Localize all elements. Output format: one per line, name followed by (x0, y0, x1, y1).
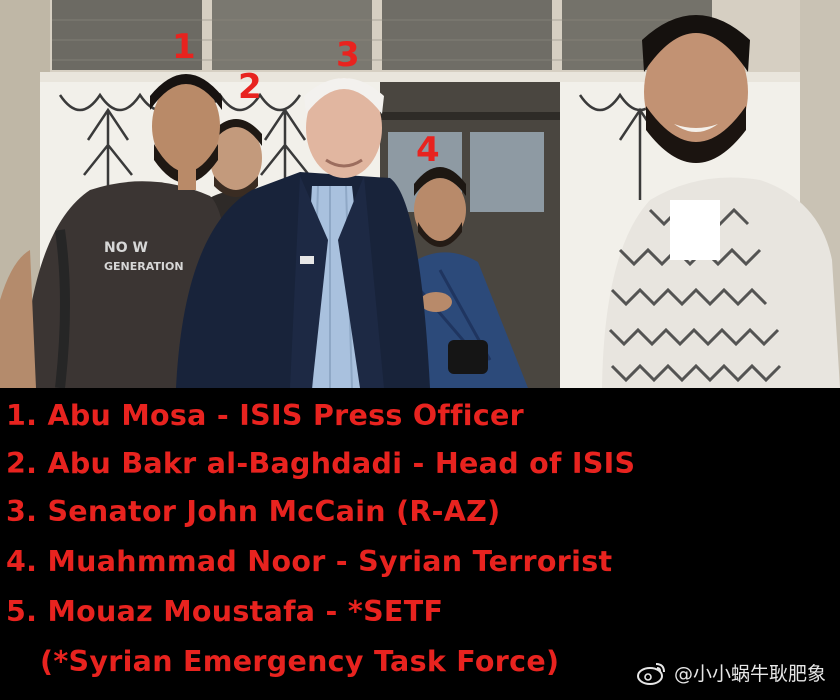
caption-line-4: 4. Muahmmad Noor - Syrian Terrorist (6, 545, 613, 578)
caption-line-6: (*Syrian Emergency Task Force) (40, 645, 560, 678)
person-marker-3: 3 (336, 35, 360, 75)
caption-line-5: 5. Mouaz Moustafa - *SETF (6, 595, 444, 628)
person-marker-1: 1 (172, 27, 196, 67)
caption-line-3: 3. Senator John McCain (R-AZ) (6, 495, 501, 528)
weibo-watermark: @小小蜗牛耿肥象 (636, 659, 826, 686)
svg-text:GENERATION: GENERATION (104, 260, 184, 273)
photo-illustration: NO W GENERATION (0, 0, 840, 388)
caption-panel: 1. Abu Mosa - ISIS Press Officer 2. Abu … (0, 388, 840, 700)
image-frame: NO W GENERATION 1 2 3 4 1. Abu Mosa - IS… (0, 0, 840, 700)
watermark-text: @小小蜗牛耿肥象 (673, 663, 826, 685)
person-marker-2: 2 (238, 67, 262, 107)
svg-text:NO W: NO W (104, 240, 148, 256)
caption-line-1: 1. Abu Mosa - ISIS Press Officer (6, 399, 525, 432)
person-marker-4: 4 (416, 130, 440, 170)
group-photo: NO W GENERATION 1 2 3 4 (0, 0, 840, 388)
caption-line-2: 2. Abu Bakr al-Baghdadi - Head of ISIS (6, 447, 636, 480)
weibo-icon (636, 662, 665, 685)
